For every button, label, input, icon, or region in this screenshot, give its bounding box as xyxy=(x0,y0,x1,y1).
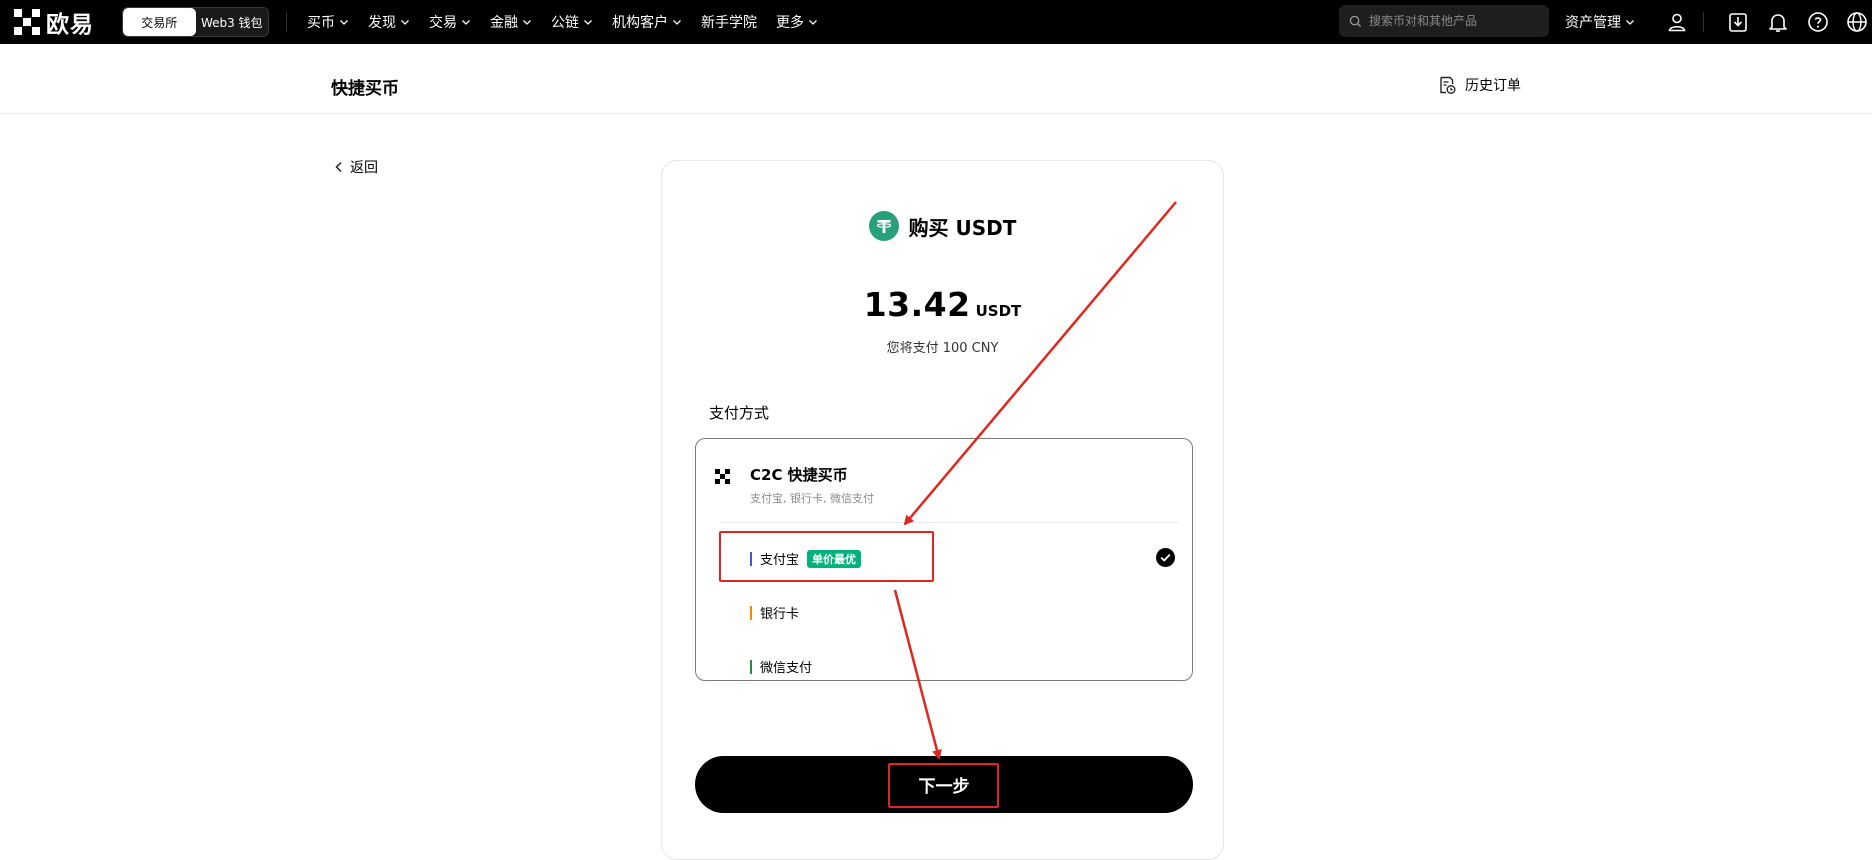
nav-item-institutional[interactable]: 机构客户 xyxy=(612,12,682,32)
top-navbar: 欧易 交易所 Web3 钱包 买币 发现 交易 金融 公链 机构客户 新手学院 … xyxy=(0,0,1872,44)
exchange-tab[interactable]: 交易所 xyxy=(123,8,196,36)
chevron-down-icon xyxy=(1626,20,1634,25)
user-icon[interactable] xyxy=(1665,10,1689,34)
payment-option-bank-card[interactable]: 银行卡 xyxy=(750,603,799,622)
chevron-down-icon xyxy=(523,20,531,25)
payment-option-wechat-pay[interactable]: 微信支付 xyxy=(750,657,812,676)
option-label: 微信支付 xyxy=(760,661,813,676)
back-link[interactable]: 返回 xyxy=(334,157,378,177)
search-icon xyxy=(1349,15,1362,27)
bell-icon[interactable] xyxy=(1766,10,1790,34)
page-title: 快捷买币 xyxy=(331,79,399,99)
help-icon[interactable] xyxy=(1806,10,1830,34)
receive-amount: 13.42 USDT xyxy=(662,285,1223,324)
payment-method-label: 支付方式 xyxy=(709,404,770,422)
nav-item-chain[interactable]: 公链 xyxy=(551,12,593,32)
option-color-bar xyxy=(750,659,752,674)
asset-management-menu[interactable]: 资产管理 xyxy=(1565,0,1635,44)
main-nav: 买币 发现 交易 金融 公链 机构客户 新手学院 更多 xyxy=(307,0,818,44)
chevron-left-icon xyxy=(335,161,342,173)
option-color-bar xyxy=(750,551,752,566)
amount-value: 13.42 xyxy=(863,285,971,324)
nav-item-discover[interactable]: 发现 xyxy=(368,12,410,32)
web3-wallet-tab[interactable]: Web3 钱包 xyxy=(195,8,268,36)
toolbar-divider xyxy=(1703,12,1704,32)
nav-item-more[interactable]: 更多 xyxy=(776,12,818,32)
divider xyxy=(720,522,1178,523)
chevron-down-icon xyxy=(462,20,470,25)
option-label: 银行卡 xyxy=(760,607,800,622)
option-label: 支付宝 xyxy=(760,553,800,568)
option-color-bar xyxy=(750,605,752,620)
download-icon[interactable] xyxy=(1726,10,1750,34)
nav-divider xyxy=(286,12,287,32)
search-box[interactable] xyxy=(1339,5,1549,37)
payment-option-alipay[interactable]: 支付宝 单价最优 xyxy=(750,549,862,568)
buy-title-text: 购买 USDT xyxy=(908,215,1017,240)
c2c-title: C2C 快捷买币 xyxy=(750,466,848,484)
chevron-down-icon xyxy=(809,20,817,25)
chevron-down-icon xyxy=(340,20,348,25)
usdt-coin-icon xyxy=(868,211,899,241)
okx-logo-icon xyxy=(14,9,40,35)
logo-text: 欧易 xyxy=(46,12,94,38)
product-switcher: 交易所 Web3 钱包 xyxy=(122,7,269,37)
buy-title: 购买 USDT xyxy=(662,211,1223,241)
amount-unit: USDT xyxy=(975,302,1022,320)
nav-item-finance[interactable]: 金融 xyxy=(490,12,532,32)
best-price-badge: 单价最优 xyxy=(807,549,862,568)
page-header: 快捷买币 历史订单 xyxy=(0,44,1872,114)
chevron-down-icon xyxy=(584,20,592,25)
globe-icon[interactable] xyxy=(1845,10,1869,34)
quick-buy-card: 购买 USDT 13.42 USDT 您将支付 100 CNY 支付方式 C2C… xyxy=(661,160,1224,860)
nav-item-buy-crypto[interactable]: 买币 xyxy=(307,12,349,32)
okx-logo[interactable]: 欧易 xyxy=(14,8,94,38)
order-history-icon xyxy=(1440,76,1456,94)
search-input[interactable] xyxy=(1367,13,1541,29)
chevron-down-icon xyxy=(401,20,409,25)
c2c-subtitle: 支付宝, 银行卡, 微信支付 xyxy=(750,492,874,505)
payment-method-panel: C2C 快捷买币 支付宝, 银行卡, 微信支付 支付宝 单价最优 银行卡 微信支… xyxy=(695,438,1193,681)
next-step-button[interactable]: 下一步 xyxy=(695,756,1193,813)
chevron-down-icon xyxy=(673,20,681,25)
history-orders-link[interactable]: 历史订单 xyxy=(1437,75,1521,95)
nav-item-academy[interactable]: 新手学院 xyxy=(701,12,757,32)
selected-check-icon[interactable] xyxy=(1156,548,1175,567)
pay-note: 您将支付 100 CNY xyxy=(886,341,999,356)
c2c-logo-icon xyxy=(715,469,730,484)
nav-item-trade[interactable]: 交易 xyxy=(429,12,471,32)
